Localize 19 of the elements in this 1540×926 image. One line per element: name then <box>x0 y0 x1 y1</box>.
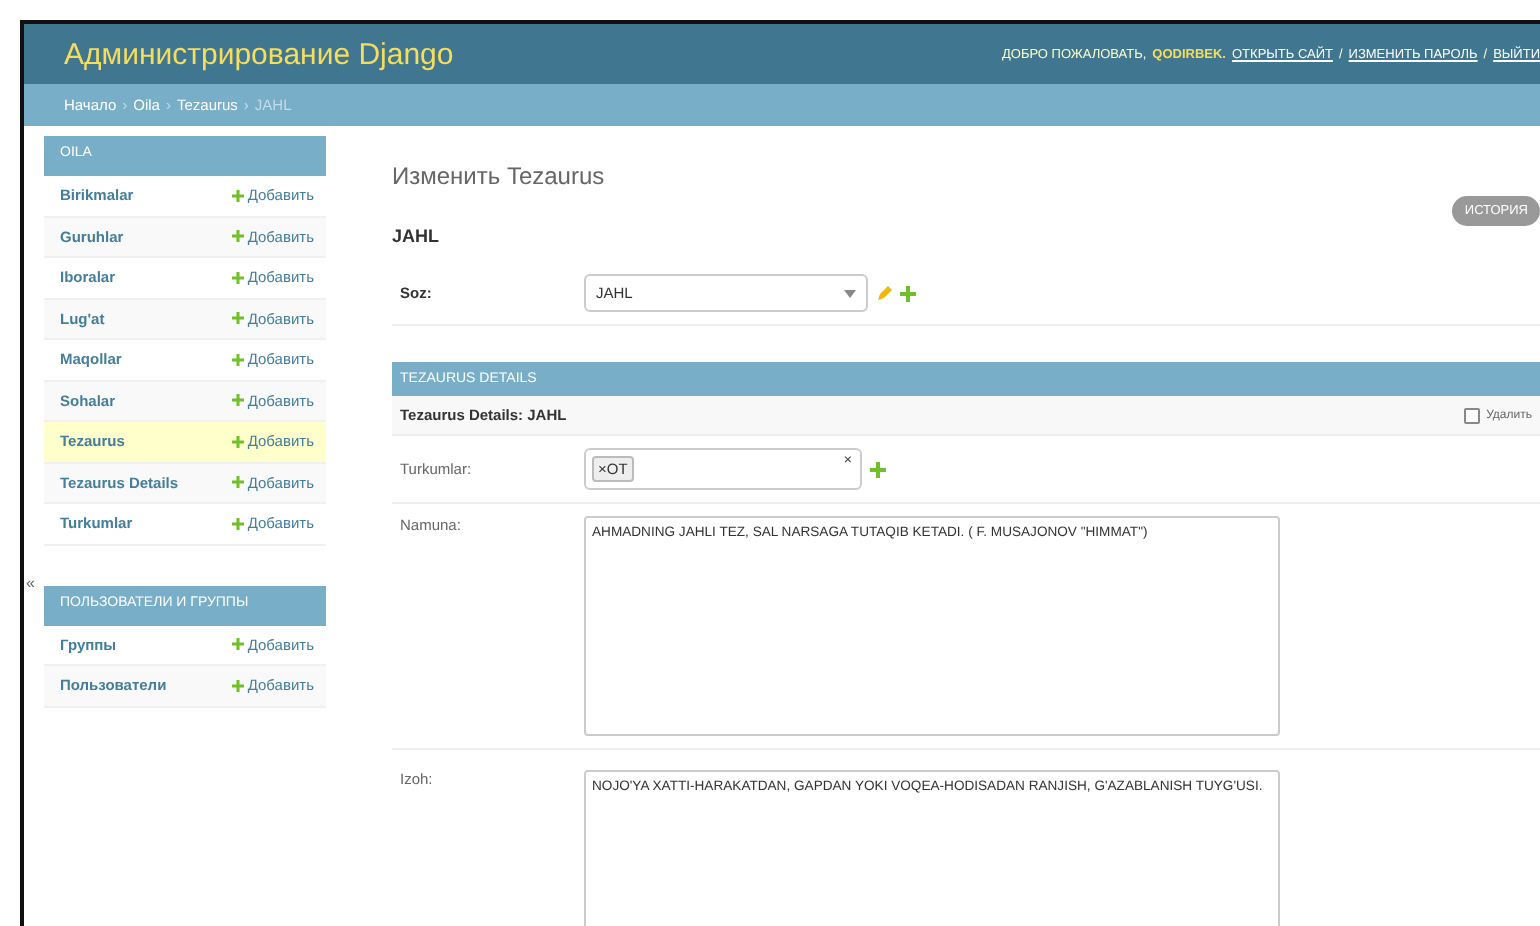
plus-icon <box>231 435 244 448</box>
caret-icon <box>844 289 856 297</box>
plus-icon <box>231 312 244 325</box>
plus-icon <box>231 230 244 243</box>
plus-icon <box>231 517 244 530</box>
plus-icon <box>231 638 244 651</box>
pencil-icon[interactable] <box>876 285 892 301</box>
collapse-toggle[interactable]: « <box>26 574 35 594</box>
plus-icon <box>231 394 244 407</box>
object-name: JAHL <box>392 226 442 246</box>
plus-icon <box>231 476 244 489</box>
plus-icon <box>231 679 244 692</box>
add-icon[interactable] <box>900 285 916 301</box>
add-icon[interactable] <box>870 461 886 477</box>
plus-icon <box>231 353 244 366</box>
plus-icon <box>231 271 244 284</box>
page-title: Изменить Tezaurus <box>392 162 605 190</box>
plus-icon <box>231 189 244 202</box>
site-title: Администрирование Django <box>64 37 454 71</box>
